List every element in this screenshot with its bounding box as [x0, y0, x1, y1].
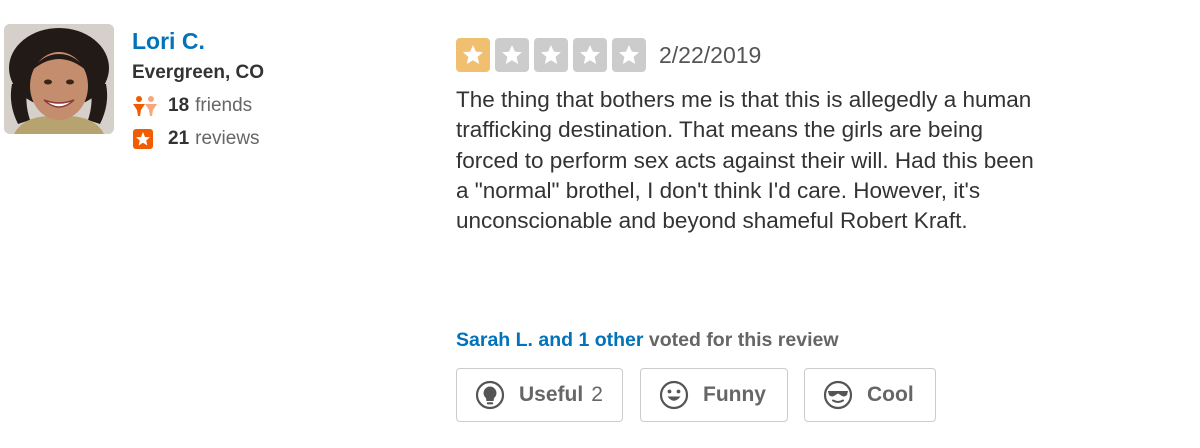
- user-avatar-image: [4, 24, 114, 134]
- review-text: The thing that bothers me is that this i…: [456, 87, 1034, 234]
- rating-row: 2/22/2019: [456, 38, 1176, 72]
- star-empty-icon: [573, 38, 607, 72]
- useful-label: Useful: [519, 383, 584, 406]
- cool-button[interactable]: Cool: [804, 368, 936, 422]
- reviews-label: reviews: [195, 128, 260, 149]
- star-empty-icon: [495, 38, 529, 72]
- votes-suffix: voted for this review: [648, 329, 839, 351]
- useful-button[interactable]: Useful 2: [456, 368, 623, 422]
- star-empty-icon: [612, 38, 646, 72]
- review-star-icon: [132, 128, 158, 150]
- star-rating: [456, 38, 651, 72]
- friends-icon: [132, 95, 158, 117]
- smile-icon: [659, 380, 689, 410]
- friends-stat: 18 friends: [132, 94, 264, 118]
- reviews-stat: 21 reviews: [132, 127, 264, 151]
- review: 2/22/2019 The thing that bothers me is t…: [456, 38, 1176, 236]
- sunglasses-icon: [823, 380, 853, 410]
- voters-link[interactable]: Sarah L. and 1 other: [456, 329, 643, 351]
- funny-label: Funny: [703, 383, 766, 406]
- star-empty-icon: [534, 38, 568, 72]
- useful-count: 2: [591, 383, 603, 406]
- funny-button[interactable]: Funny: [640, 368, 788, 422]
- friends-count: 18: [168, 95, 190, 116]
- cool-label: Cool: [867, 383, 914, 406]
- reviews-count: 21: [168, 128, 190, 149]
- lightbulb-icon: [475, 380, 505, 410]
- user-location: Evergreen, CO: [132, 62, 264, 83]
- review-date: 2/22/2019: [659, 41, 762, 68]
- user-info: Lori C. Evergreen, CO 18 friends 21 revi…: [132, 27, 264, 151]
- votes-summary: Sarah L. and 1 other voted for this revi…: [456, 329, 839, 352]
- friends-label: friends: [195, 95, 253, 116]
- user-name-link[interactable]: Lori C.: [132, 27, 264, 55]
- user-avatar[interactable]: [4, 24, 114, 134]
- star-filled-icon: [456, 38, 490, 72]
